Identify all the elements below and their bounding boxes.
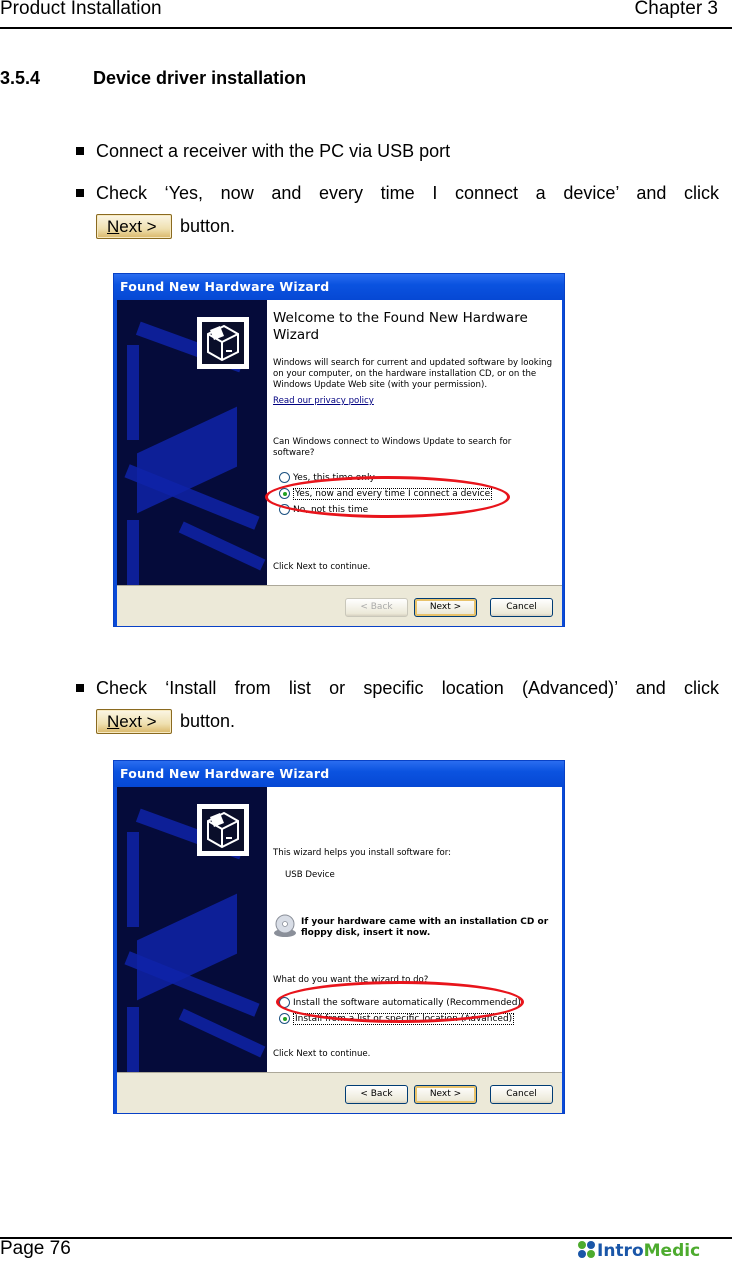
- step-3-text: Check ‘Install from list or specific loc…: [96, 678, 719, 698]
- decor-shape: [127, 520, 139, 585]
- decor-shape: [127, 345, 139, 440]
- back-button[interactable]: < Back: [345, 598, 408, 617]
- radio-button-selected-icon[interactable]: [279, 1013, 290, 1024]
- logo-text-medic: Medic: [643, 1241, 701, 1261]
- wizard-2-intro: This wizard helps you install software f…: [273, 848, 452, 858]
- decor-shape: [127, 832, 139, 927]
- hardware-icon: [197, 317, 249, 369]
- wizard-1-intro: Windows will search for current and upda…: [273, 358, 553, 390]
- wizard-window-2: Found New Hardware Wizard This wizard he…: [113, 760, 565, 1114]
- next-button-illustration: Next >: [96, 709, 172, 734]
- step-2-suffix: button.: [180, 216, 236, 236]
- back-button[interactable]: < Back: [345, 1085, 408, 1104]
- footer-divider: [0, 1237, 732, 1239]
- hardware-box-icon: [207, 811, 239, 849]
- device-name: USB Device: [285, 870, 335, 880]
- wizard-2-button-bar: < Back Next > Cancel: [117, 1072, 562, 1113]
- next-button-illustration: Next >: [96, 214, 172, 239]
- highlight-ellipse: [265, 476, 510, 518]
- step-3-button-line: Next > button.: [96, 709, 235, 734]
- step-2-button-line: Next > button.: [96, 214, 235, 239]
- header-divider: [0, 27, 732, 29]
- intromedic-logo: IntroMedic: [578, 1241, 700, 1261]
- wizard-2-continue-text: Click Next to continue.: [273, 1049, 371, 1059]
- bullet-icon: [76, 189, 84, 197]
- radio-button-icon[interactable]: [279, 472, 290, 483]
- logo-text-intro: Intro: [597, 1241, 644, 1261]
- next-button[interactable]: Next >: [414, 598, 477, 617]
- privacy-policy-link[interactable]: Read our privacy policy: [273, 396, 374, 406]
- wizard-1-button-bar: < Back Next > Cancel: [117, 585, 562, 626]
- header-chapter: Chapter 3: [634, 0, 718, 19]
- header-section-title: Product Installation: [0, 0, 162, 19]
- wizard-1-side-panel: [117, 300, 267, 585]
- hardware-icon: [197, 804, 249, 856]
- page-number: Page 76: [0, 1238, 71, 1259]
- wizard-1-question: Can Windows connect to Windows Update to…: [273, 437, 512, 458]
- section-number: 3.5.4: [0, 68, 41, 88]
- wizard-1-continue-text: Click Next to continue.: [273, 562, 371, 572]
- wizard-window-1: Found New Hardware Wizard Welcome to the…: [113, 273, 565, 627]
- section-heading: 3.5.4 Device driver installation: [0, 68, 306, 89]
- wizard-1-title-bar: Found New Hardware Wizard: [114, 274, 564, 300]
- wizard-2-title-bar: Found New Hardware Wizard: [114, 761, 564, 787]
- wizard-2-content: This wizard helps you install software f…: [267, 787, 562, 1072]
- cancel-button[interactable]: Cancel: [490, 1085, 553, 1104]
- bullet-icon: [76, 147, 84, 155]
- next-button-label: ext >: [119, 712, 157, 731]
- highlight-ellipse: [276, 981, 524, 1023]
- next-button-label: ext >: [119, 217, 157, 236]
- step-3-suffix: button.: [180, 711, 236, 731]
- cd-notice: If your hardware came with an installati…: [301, 917, 549, 938]
- decor-shape: [127, 1007, 139, 1072]
- bullet-icon: [76, 684, 84, 692]
- wizard-1-heading: Welcome to the Found New Hardware Wizard: [273, 310, 528, 343]
- clover-logo-icon: [578, 1241, 596, 1259]
- step-1-text: Connect a receiver with the PC via USB p…: [96, 141, 451, 161]
- step-2-text: Check ‘Yes, now and every time I connect…: [96, 183, 719, 203]
- hardware-box-icon: [207, 324, 239, 362]
- wizard-2-side-panel: [117, 787, 267, 1072]
- cancel-button[interactable]: Cancel: [490, 598, 553, 617]
- wizard-1-content: Welcome to the Found New Hardware Wizard…: [267, 300, 562, 585]
- section-title: Device driver installation: [93, 68, 307, 88]
- next-button[interactable]: Next >: [414, 1085, 477, 1104]
- cd-drive-icon: [274, 914, 296, 937]
